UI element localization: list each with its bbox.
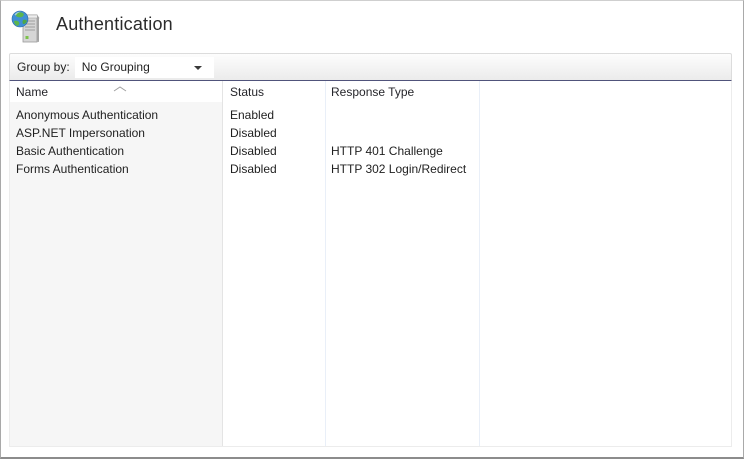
iis-server-icon [11, 8, 43, 44]
list-header-row: Name Status Response Type [10, 81, 731, 102]
page-header: Authentication [1, 1, 743, 53]
group-by-label: Group by: [17, 60, 70, 74]
cell-status: Enabled [222, 108, 325, 122]
column-header-status[interactable]: Status [222, 85, 325, 102]
column-header-name[interactable]: Name [10, 85, 222, 102]
cell-name: Forms Authentication [10, 162, 222, 176]
table-row[interactable]: Anonymous Authentication Enabled [10, 106, 731, 124]
cell-response-type: HTTP 302 Login/Redirect [325, 162, 479, 176]
group-by-dropdown[interactable]: No Grouping [75, 57, 214, 78]
globe-icon [12, 11, 28, 27]
cell-status: Disabled [222, 162, 325, 176]
page-title: Authentication [56, 14, 173, 35]
cell-response-type: HTTP 401 Challenge [325, 144, 479, 158]
cell-name: Anonymous Authentication [10, 108, 222, 122]
column-header-label: Status [230, 85, 264, 99]
cell-status: Disabled [222, 144, 325, 158]
authentication-list: Name Status Response Type Anonymous Auth… [9, 80, 732, 447]
group-by-selected-value: No Grouping [82, 60, 150, 74]
sort-ascending-icon [113, 86, 127, 92]
column-header-label: Name [16, 85, 48, 99]
cell-name: ASP.NET Impersonation [10, 126, 222, 140]
column-header-label: Response Type [331, 85, 414, 99]
table-row[interactable]: Forms Authentication Disabled HTTP 302 L… [10, 160, 731, 178]
toolbar: Group by: No Grouping [9, 53, 732, 80]
cell-status: Disabled [222, 126, 325, 140]
list-rows: Anonymous Authentication Enabled ASP.NET… [10, 102, 731, 446]
dropdown-arrow-icon [194, 66, 202, 70]
authentication-feature-page: Authentication Group by: No Grouping Nam… [0, 0, 744, 459]
table-row[interactable]: Basic Authentication Disabled HTTP 401 C… [10, 142, 731, 160]
column-header-response-type[interactable]: Response Type [325, 85, 479, 102]
table-row[interactable]: ASP.NET Impersonation Disabled [10, 124, 731, 142]
cell-name: Basic Authentication [10, 144, 222, 158]
